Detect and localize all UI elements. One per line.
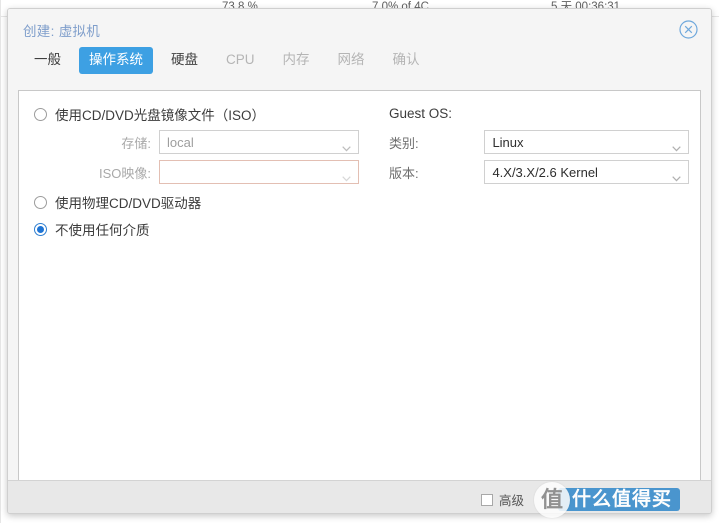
media-selection-group: 使用CD/DVD光盘镜像文件（ISO） 存储: local ISO映像: 使用物… — [34, 103, 369, 245]
dialog-title: 创建: 虚拟机 — [23, 24, 101, 39]
tab-harddisk[interactable]: 硬盘 — [161, 47, 208, 74]
tab-cpu[interactable]: CPU — [216, 47, 265, 74]
tab-general[interactable]: 一般 — [24, 47, 71, 74]
os-version-select[interactable]: 4.X/3.X/2.6 Kernel — [484, 160, 689, 184]
guest-os-heading: Guest OS: — [389, 106, 453, 121]
dialog-content-panel: 使用CD/DVD光盘镜像文件（ISO） 存储: local ISO映像: 使用物… — [18, 90, 701, 488]
radio-row-physical-drive[interactable]: 使用物理CD/DVD驱动器 — [34, 191, 369, 213]
advanced-checkbox[interactable] — [480, 493, 493, 506]
chevron-down-icon — [342, 169, 351, 182]
tab-confirm[interactable]: 确认 — [383, 47, 430, 74]
radio-label-physical-drive: 使用物理CD/DVD驱动器 — [55, 196, 202, 211]
dialog-tabs: 一般 操作系统 硬盘 CPU 内存 网络 确认 — [8, 47, 711, 83]
radio-row-no-media[interactable]: 不使用任何介质 — [34, 218, 369, 240]
storage-label: 存储: — [121, 135, 151, 151]
os-type-label: 类别: — [389, 135, 419, 151]
radio-label-no-media: 不使用任何介质 — [55, 223, 150, 238]
dialog-footer: 高级 — [8, 480, 711, 513]
guest-os-group: Guest OS: 类别: Linux 版本: 4.X/3.X/2.6 Kern… — [389, 103, 689, 190]
advanced-toggle[interactable]: 高级 — [480, 490, 524, 509]
storage-select[interactable]: local — [159, 130, 359, 154]
os-version-select-value: 4.X/3.X/2.6 Kernel — [492, 165, 598, 180]
chevron-down-icon — [342, 139, 351, 152]
tab-network[interactable]: 网络 — [328, 47, 375, 74]
dialog-titlebar: 创建: 虚拟机 — [8, 9, 711, 47]
background-divider-vertical — [0, 0, 1, 523]
tab-os[interactable]: 操作系统 — [79, 47, 153, 74]
create-vm-dialog: 创建: 虚拟机 一般 操作系统 硬盘 CPU 内存 网络 确认 使用CD/DVD光盘镜像文件… — [7, 8, 712, 514]
advanced-label: 高级 — [498, 494, 524, 508]
storage-select-value: local — [167, 135, 194, 150]
radio-iso[interactable] — [34, 107, 47, 121]
radio-label-iso: 使用CD/DVD光盘镜像文件（ISO） — [55, 108, 266, 123]
field-row-os-version: 版本: 4.X/3.X/2.6 Kernel — [389, 160, 689, 184]
field-row-os-type: 类别: Linux — [389, 130, 689, 154]
chevron-down-icon — [672, 139, 681, 152]
close-icon[interactable] — [679, 20, 698, 39]
radio-row-iso[interactable]: 使用CD/DVD光盘镜像文件（ISO） — [34, 103, 369, 125]
os-version-label: 版本: — [389, 165, 419, 181]
field-row-storage: 存储: local — [34, 130, 369, 154]
field-row-iso-image: ISO映像: — [34, 160, 369, 184]
os-type-select-value: Linux — [492, 135, 524, 150]
os-type-select[interactable]: Linux — [484, 130, 689, 154]
iso-image-label: ISO映像: — [98, 165, 151, 181]
iso-image-select[interactable] — [159, 160, 359, 184]
radio-physical-drive[interactable] — [34, 195, 47, 209]
tab-memory[interactable]: 内存 — [273, 47, 320, 74]
chevron-down-icon — [672, 169, 681, 182]
radio-no-media[interactable] — [34, 222, 47, 236]
